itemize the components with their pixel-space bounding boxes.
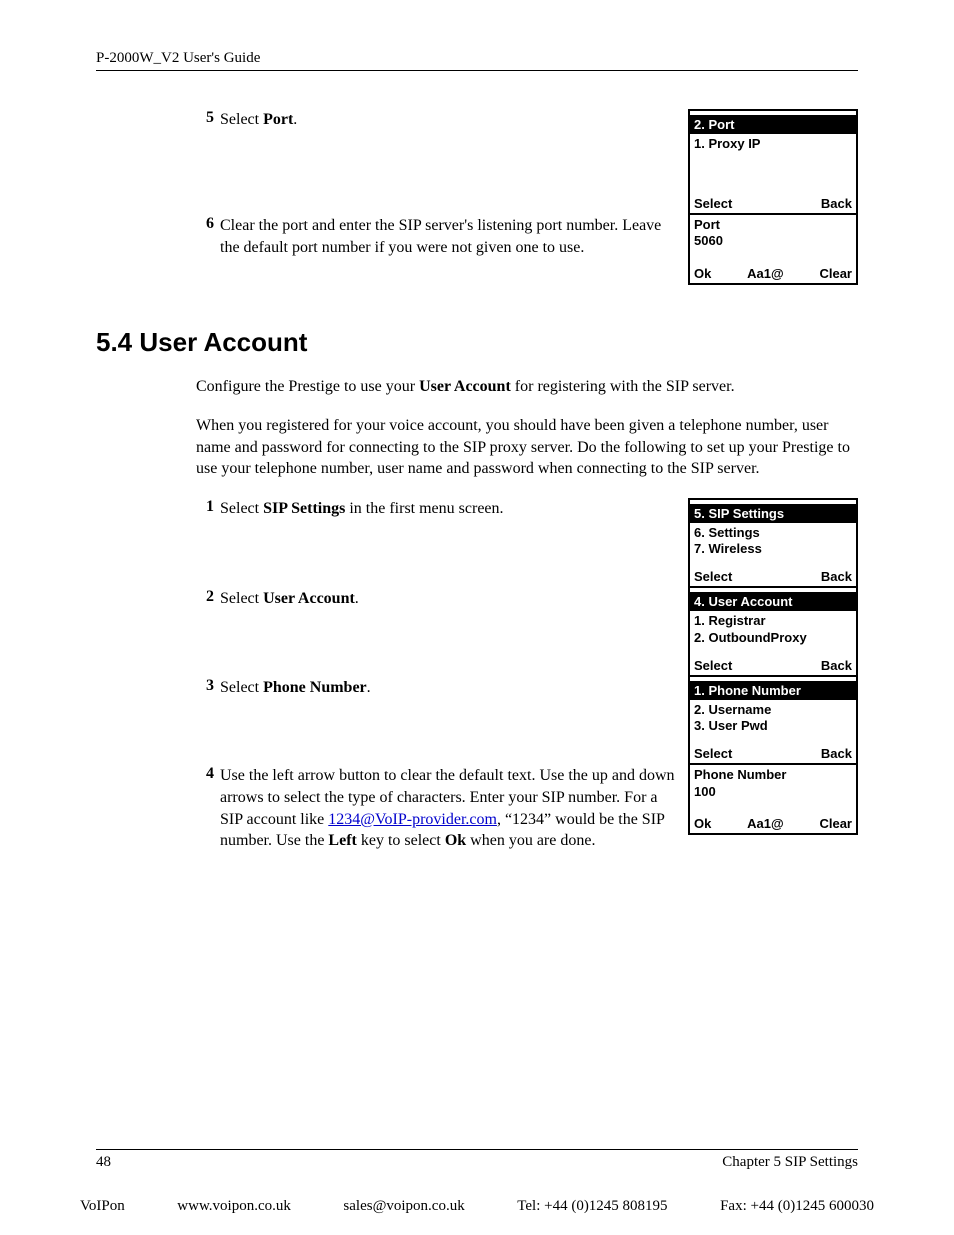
device-row: Port (694, 217, 852, 233)
device-title: 5. SIP Settings (690, 500, 856, 523)
step-number-ua2: 2 (196, 588, 214, 610)
device-row: 100 (694, 784, 852, 800)
softkey-right: Back (821, 746, 852, 761)
softkey-left: Ok (694, 816, 711, 831)
device-row: 5060 (694, 233, 852, 249)
vendor-footer: VoIPon www.voipon.co.uk sales@voipon.co.… (80, 1198, 874, 1215)
device-row: 3. User Pwd (694, 718, 852, 734)
device-screen-port-entry: Port 5060 Ok Aa1@ Clear (688, 215, 858, 285)
softkey-right: Back (821, 569, 852, 584)
vendor-web: www.voipon.co.uk (177, 1198, 291, 1215)
vendor-fax: Fax: +44 (0)1245 600030 (720, 1198, 874, 1215)
ua1-pre: Select (220, 500, 263, 517)
device-row: 6. Settings (694, 525, 852, 541)
softkey-right: Back (821, 196, 852, 211)
device-title: 1. Phone Number (690, 677, 856, 700)
device-row: 2. OutboundProxy (694, 630, 852, 646)
step-number-ua3: 3 (196, 677, 214, 699)
step-ua3-text: Select Phone Number. (220, 677, 682, 699)
softkey-mid: Aa1@ (747, 266, 784, 281)
device-screen-user-account: 4. User Account 1. Registrar 2. Outbound… (688, 588, 858, 677)
device-row: 1. Registrar (694, 613, 852, 629)
ua3-post: . (367, 679, 371, 696)
device-screen-port-menu: 2. Port 1. Proxy IP Select Back (688, 109, 858, 215)
vendor-email: sales@voipon.co.uk (343, 1198, 464, 1215)
softkey-left: Ok (694, 266, 711, 281)
step-number-5: 5 (196, 109, 214, 131)
device-screen-sip-settings: 5. SIP Settings 6. Settings 7. Wireless … (688, 498, 858, 589)
step-number-6: 6 (196, 215, 214, 258)
sip-example-link[interactable]: 1234@VoIP-provider.com (328, 811, 497, 828)
device-row: 7. Wireless (694, 541, 852, 557)
vendor-name: VoIPon (80, 1198, 125, 1215)
ua1-bold: SIP Settings (263, 500, 345, 517)
section-para-1: Configure the Prestige to use your User … (196, 376, 858, 398)
device-screen-phone-number-entry: Phone Number 100 Ok Aa1@ Clear (688, 765, 858, 835)
ua3-bold: Phone Number (263, 679, 367, 696)
step-5-text: Select Port. (220, 109, 682, 131)
softkey-left: Select (694, 658, 732, 673)
device-row: Phone Number (694, 767, 852, 783)
ua4-seg3: key to select (357, 832, 445, 849)
ua2-post: . (355, 590, 359, 607)
ua4-seg4: when you are done. (466, 832, 595, 849)
chapter-label: Chapter 5 SIP Settings (722, 1154, 858, 1171)
ua2-bold: User Account (263, 590, 355, 607)
p1-post: for registering with the SIP server. (511, 378, 735, 395)
softkey-left: Select (694, 196, 732, 211)
section-heading: 5.4 User Account (96, 327, 858, 358)
step-ua4-text: Use the left arrow button to clear the d… (220, 765, 682, 851)
step-6-text: Clear the port and enter the SIP server'… (220, 215, 682, 258)
step-number-ua4: 4 (196, 765, 214, 851)
softkey-right: Back (821, 658, 852, 673)
running-header: P-2000W_V2 User's Guide (96, 50, 858, 71)
page-number: 48 (96, 1154, 111, 1171)
step5-pre: Select (220, 111, 263, 128)
softkey-mid: Aa1@ (747, 816, 784, 831)
step5-post: . (293, 111, 297, 128)
device-row: 2. Username (694, 702, 852, 718)
softkey-left: Select (694, 569, 732, 584)
ua1-post: in the first menu screen. (345, 500, 503, 517)
device-title: 2. Port (690, 111, 856, 134)
ua3-pre: Select (220, 679, 263, 696)
ua2-pre: Select (220, 590, 263, 607)
device-title: 4. User Account (690, 588, 856, 611)
device-screen-phone-number-menu: 1. Phone Number 2. Username 3. User Pwd … (688, 677, 858, 766)
vendor-tel: Tel: +44 (0)1245 808195 (517, 1198, 667, 1215)
softkey-left: Select (694, 746, 732, 761)
softkey-right: Clear (819, 266, 852, 281)
step-ua1-text: Select SIP Settings in the first menu sc… (220, 498, 682, 520)
p1-bold: User Account (419, 378, 511, 395)
ua4-bold2: Ok (445, 832, 466, 849)
step5-bold: Port (263, 111, 293, 128)
page-footer: 48 Chapter 5 SIP Settings (96, 1149, 858, 1171)
section-para-2: When you registered for your voice accou… (196, 415, 858, 480)
softkey-right: Clear (819, 816, 852, 831)
device-row: 1. Proxy IP (694, 136, 852, 152)
step-number-ua1: 1 (196, 498, 214, 520)
ua4-bold1: Left (328, 832, 356, 849)
p1-pre: Configure the Prestige to use your (196, 378, 419, 395)
step-ua2-text: Select User Account. (220, 588, 682, 610)
